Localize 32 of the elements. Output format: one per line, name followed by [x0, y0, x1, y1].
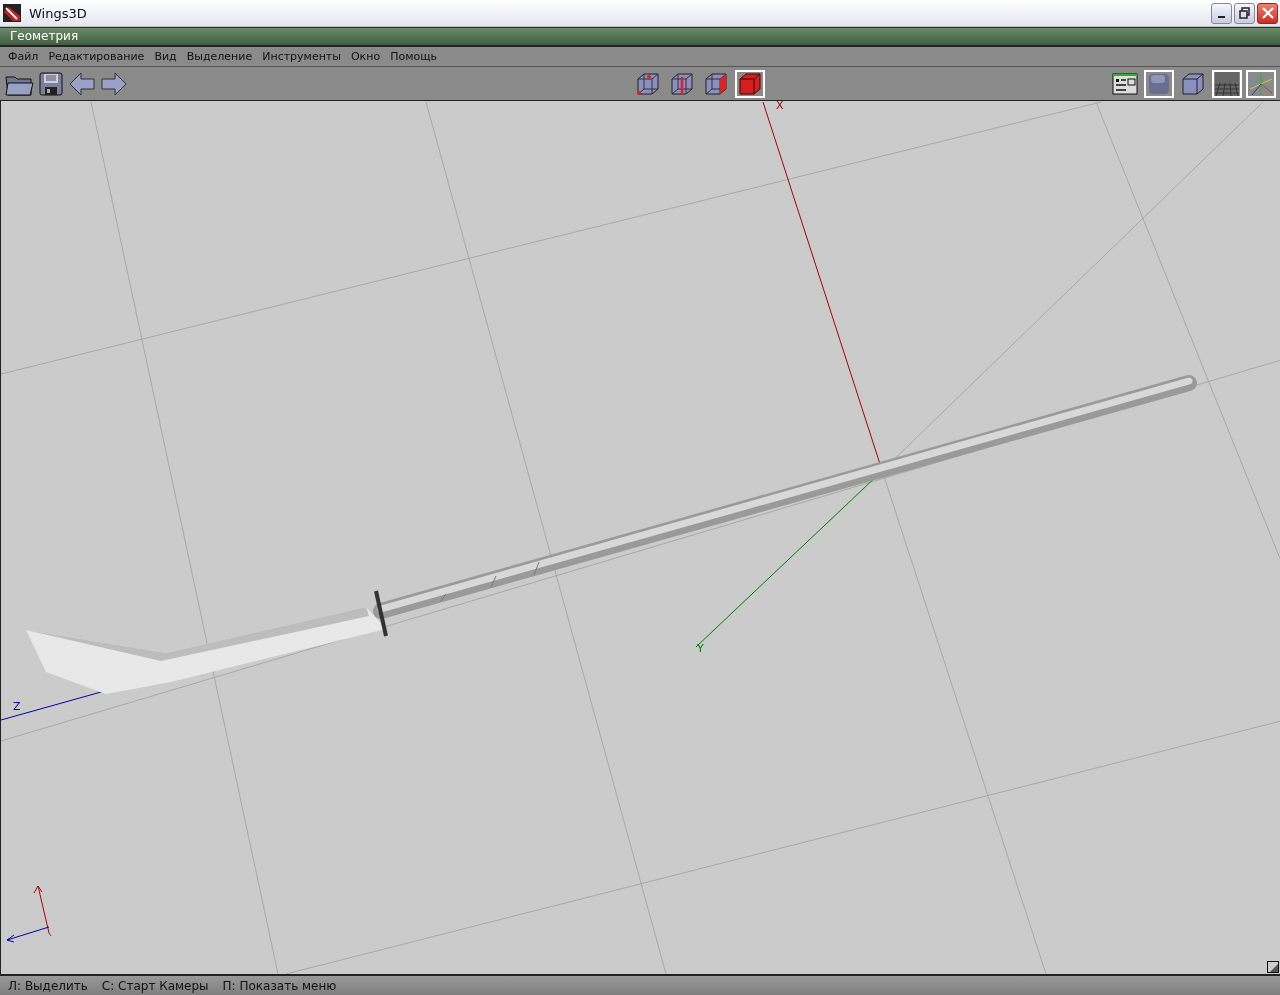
menu-item[interactable]: Окно [350, 50, 381, 63]
menu-item[interactable]: Помощь [390, 50, 438, 63]
selection-mode-button[interactable] [735, 69, 765, 98]
window-title: Wings3D [29, 5, 87, 21]
restore-icon [1238, 7, 1251, 19]
minimize-icon [1218, 16, 1225, 18]
forward-arrow-button[interactable] [100, 70, 128, 97]
ground-grid-button[interactable] [1212, 69, 1242, 98]
3d-viewport[interactable]: X Y Z [0, 101, 1280, 976]
status-hint: С: Старт Камеры [101, 978, 209, 993]
axis-label: Z [13, 700, 21, 713]
back-arrow-button[interactable] [68, 70, 96, 97]
axis-gizmo-drawing [6, 885, 52, 943]
menu-item[interactable]: Файл [8, 50, 39, 63]
axes-toggle-button[interactable] [1246, 69, 1276, 98]
restore-button[interactable] [1234, 2, 1255, 24]
app-logo-icon [3, 4, 21, 22]
close-icon [1261, 7, 1274, 19]
close-button[interactable] [1257, 2, 1278, 24]
menu-item[interactable]: Инструменты [262, 50, 341, 63]
axis-label: Y [697, 642, 704, 655]
status-hint: Л: Выделить [8, 978, 88, 993]
status-hint: П: Показать меню [222, 978, 337, 993]
minimize-button[interactable] [1211, 2, 1232, 24]
menu-item[interactable]: Выделение [186, 50, 253, 63]
menu-item[interactable]: Вид [154, 50, 177, 63]
axis-label: X [776, 101, 784, 112]
smooth-shading-button[interactable] [1144, 69, 1174, 98]
geometry-window-title: Геометрия [0, 27, 1280, 47]
save-button[interactable] [38, 70, 64, 97]
resize-grip-icon[interactable] [1267, 961, 1279, 973]
menu-item[interactable]: Редактирование [48, 50, 145, 63]
